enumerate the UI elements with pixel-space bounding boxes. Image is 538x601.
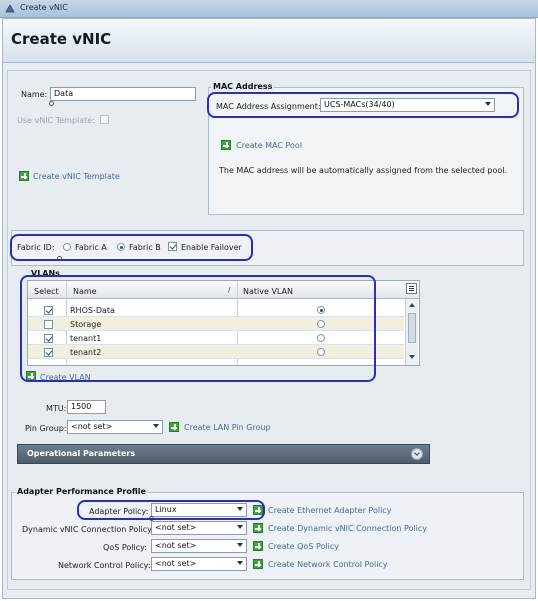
qos-policy-select[interactable]: <not set> (151, 539, 247, 553)
qos-policy-label: QoS Policy: (103, 543, 147, 552)
use-template-checkbox[interactable] (100, 115, 109, 124)
pin-group-label: Pin Group: (25, 424, 67, 433)
pin-group-select[interactable]: <not set> (67, 420, 163, 434)
scroll-thumb[interactable] (408, 313, 416, 343)
name-label: Name: (21, 90, 48, 99)
window-titlebar: Create vNIC (0, 0, 538, 18)
highlight-mac-assignment (207, 92, 519, 118)
create-qos-policy-link[interactable]: Create QoS Policy (268, 542, 339, 551)
chevron-down-icon (153, 424, 159, 428)
column-chooser-icon[interactable] (406, 283, 417, 294)
create-dynamic-vnic-policy-link[interactable]: Create Dynamic vNIC Connection Policy (268, 524, 427, 533)
add-icon[interactable] (221, 140, 231, 150)
network-control-policy-label: Network Control Policy: (58, 561, 151, 570)
network-control-policy-value: <not set> (155, 559, 197, 568)
dynamic-vnic-policy-select[interactable]: <not set> (151, 521, 247, 535)
highlight-vlans (20, 275, 376, 382)
mac-info-text: The MAC address will be automatically as… (219, 166, 508, 175)
page-title: Create vNIC (11, 30, 112, 48)
highlight-fabric (10, 234, 253, 261)
chevron-down-icon (237, 525, 243, 529)
mtu-label: MTU: (46, 404, 67, 413)
create-network-control-policy-link[interactable]: Create Network Control Policy (268, 560, 388, 569)
create-mac-pool-link[interactable]: Create MAC Pool (236, 141, 302, 150)
qos-policy-value: <not set> (155, 541, 197, 550)
scroll-up-icon[interactable] (409, 303, 415, 307)
vlans-scrollbar[interactable] (405, 299, 418, 365)
add-icon[interactable] (253, 523, 263, 533)
add-icon[interactable] (19, 171, 29, 181)
network-control-policy-select[interactable]: <not set> (151, 557, 247, 571)
name-field[interactable]: Data (50, 87, 196, 101)
create-lan-pin-group-link[interactable]: Create LAN Pin Group (184, 423, 271, 432)
info-icon (49, 101, 54, 106)
chevron-down-icon (237, 543, 243, 547)
mtu-field[interactable]: 1500 (67, 400, 106, 414)
create-vnic-template-link[interactable]: Create vNIC Template (33, 172, 120, 181)
highlight-adapter-policy (77, 500, 265, 520)
add-icon[interactable] (253, 559, 263, 569)
cisco-app-icon (5, 4, 15, 13)
expand-icon[interactable] (411, 448, 423, 460)
use-template-label: Use vNIC Template: (17, 116, 95, 125)
dialog-header: Create vNIC (3, 19, 535, 63)
add-icon[interactable] (169, 422, 179, 432)
add-icon[interactable] (253, 541, 263, 551)
dynamic-vnic-policy-value: <not set> (155, 523, 197, 532)
operational-parameters-title: Operational Parameters (27, 449, 136, 458)
dynamic-vnic-policy-label: Dynamic vNIC Connection Policy: (22, 525, 154, 534)
window-title: Create vNIC (20, 3, 68, 12)
chevron-down-icon (237, 561, 243, 565)
operational-parameters-bar[interactable]: Operational Parameters (17, 444, 430, 464)
scroll-down-icon[interactable] (409, 355, 415, 359)
pin-group-value: <not set> (71, 422, 113, 431)
adapter-profile-title: Adapter Performance Profile (15, 487, 148, 496)
create-ethernet-adapter-policy-link[interactable]: Create Ethernet Adapter Policy (268, 506, 391, 515)
mac-address-title: MAC Address (211, 82, 275, 91)
